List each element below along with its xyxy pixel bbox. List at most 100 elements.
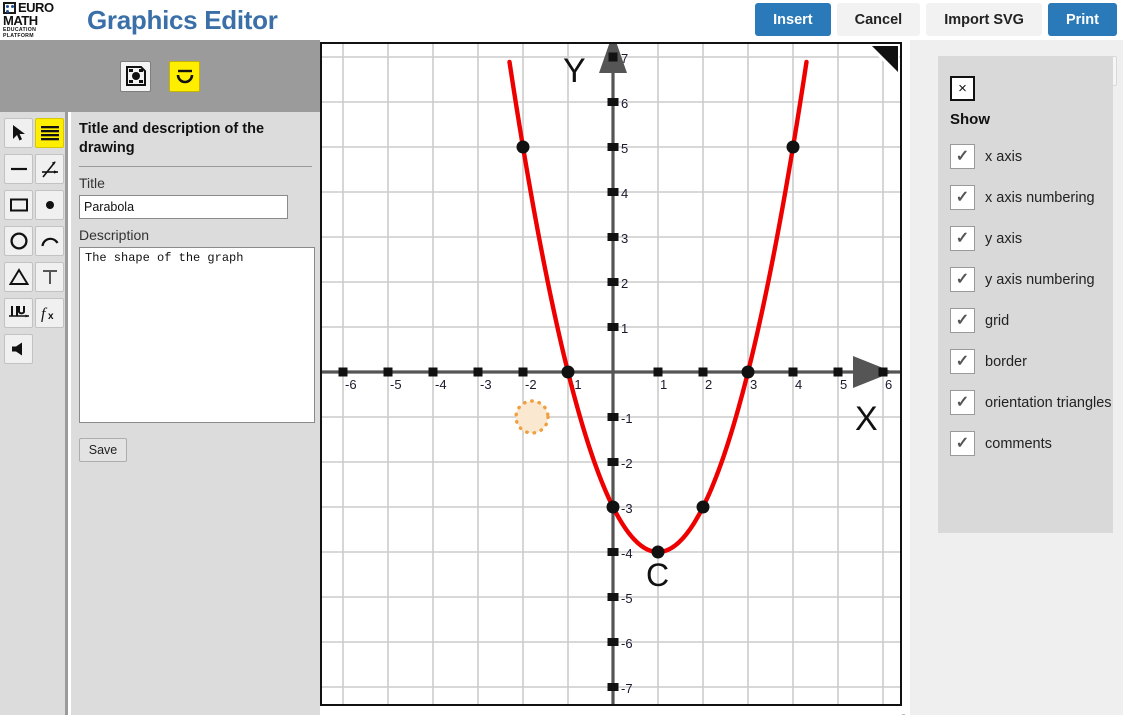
option-grid[interactable]: ✓ grid xyxy=(950,308,1113,333)
option-label: x axis xyxy=(985,148,1023,165)
title-input[interactable] xyxy=(79,195,288,220)
save-button[interactable]: Save xyxy=(79,438,127,463)
checkbox-x-axis-numbering[interactable]: ✓ xyxy=(950,185,975,210)
graph-canvas-area[interactable]: -6 -5 -4 -3 -2 -1 1 2 3 4 5 6 -7 -6 -5 -4 -3 -2 -1 1 2 3 4 5 6 7 Y… xyxy=(320,33,910,715)
svg-text:2: 2 xyxy=(705,377,712,392)
checkbox-orientation-triangles[interactable]: ✓ xyxy=(950,390,975,415)
svg-text:1: 1 xyxy=(660,377,667,392)
import-svg-button[interactable]: Import SVG xyxy=(926,3,1042,36)
title-label: Title xyxy=(79,175,105,192)
graph-canvas-border: -6 -5 -4 -3 -2 -1 1 2 3 4 5 6 -7 -6 -5 -4 -3 -2 -1 1 2 3 4 5 6 7 Y… xyxy=(320,33,902,706)
plot-point xyxy=(786,140,800,154)
svg-text:-6: -6 xyxy=(345,377,357,392)
option-label: y axis numbering xyxy=(985,271,1095,288)
point-label: C xyxy=(646,557,669,593)
axes-icon[interactable] xyxy=(35,154,64,184)
svg-text:4: 4 xyxy=(795,377,802,392)
svg-text:-3: -3 xyxy=(480,377,492,392)
panel-heading: Title and description of the drawing xyxy=(79,121,265,156)
option-y-axis-numbering[interactable]: ✓ y axis numbering xyxy=(950,267,1113,292)
image-placeholder-icon[interactable] xyxy=(120,60,151,92)
triangle-icon[interactable] xyxy=(4,262,33,292)
svg-text:2: 2 xyxy=(621,276,628,291)
check-icon: ✓ xyxy=(955,434,970,452)
checkbox-grid[interactable]: ✓ xyxy=(950,308,975,333)
svg-text:-5: -5 xyxy=(390,377,402,392)
page-title: Graphics Editor xyxy=(87,4,278,35)
option-x-axis-numbering[interactable]: ✓ x axis numbering xyxy=(950,185,1113,210)
check-icon: ✓ xyxy=(955,229,970,247)
graphics-editor-app: EURO MATH EDUCATION PLATFORM Graphics Ed… xyxy=(0,0,1123,715)
option-label: comments xyxy=(985,435,1052,452)
svg-text:7: 7 xyxy=(621,51,628,66)
close-icon[interactable]: × xyxy=(950,76,975,101)
sound-icon[interactable] xyxy=(4,334,33,364)
option-label: x axis numbering xyxy=(985,189,1095,206)
circle-icon[interactable] xyxy=(4,226,33,256)
check-icon: ✓ xyxy=(955,393,970,411)
svg-text:X: X xyxy=(855,400,878,438)
option-x-axis[interactable]: ✓ x axis xyxy=(950,144,1113,169)
option-comments[interactable]: ✓ comments xyxy=(950,431,1113,456)
object-toolbar xyxy=(0,40,320,112)
check-icon: ✓ xyxy=(955,188,970,206)
svg-text:3: 3 xyxy=(750,377,757,392)
logo-line-2: MATH xyxy=(3,13,38,29)
option-border[interactable]: ✓ border xyxy=(950,349,1113,374)
check-icon: ✓ xyxy=(955,352,970,370)
pointer-icon[interactable] xyxy=(4,118,33,148)
show-options-box: × Show ✓ x axis ✓ x axis numbering ✓ y a… xyxy=(938,56,1113,533)
show-section-title: Show xyxy=(950,111,990,128)
checkbox-y-axis[interactable]: ✓ xyxy=(950,226,975,251)
svg-text:6: 6 xyxy=(885,377,892,392)
option-orientation-triangles[interactable]: ✓ orientation triangles xyxy=(950,390,1113,415)
svg-text:-5: -5 xyxy=(621,591,633,606)
arc-icon[interactable] xyxy=(35,226,64,256)
number-line-icon[interactable] xyxy=(4,298,33,328)
print-button[interactable]: Print xyxy=(1047,3,1117,36)
option-y-axis[interactable]: ✓ y axis xyxy=(950,226,1113,251)
description-textarea[interactable]: The shape of the graph xyxy=(79,247,315,424)
description-label: Description xyxy=(79,227,150,244)
svg-text:-3: -3 xyxy=(621,501,633,516)
svg-text:Y: Y xyxy=(563,52,586,90)
plot-point xyxy=(606,500,620,514)
svg-text:5: 5 xyxy=(621,141,628,156)
svg-text:-1: -1 xyxy=(621,411,633,426)
svg-text:3: 3 xyxy=(621,231,628,246)
svg-text:-4: -4 xyxy=(435,377,447,392)
smiley-icon[interactable] xyxy=(169,60,200,92)
svg-text:1: 1 xyxy=(621,321,628,336)
display-options-panel: × Show ✓ x axis ✓ x axis numbering ✓ y a… xyxy=(910,40,1123,715)
checkbox-comments[interactable]: ✓ xyxy=(950,431,975,456)
cancel-button[interactable]: Cancel xyxy=(836,3,921,36)
function-icon[interactable]: f x xyxy=(35,298,64,328)
check-icon: ✓ xyxy=(955,270,970,288)
svg-text:-7: -7 xyxy=(621,681,633,696)
graph-plot[interactable]: -6 -5 -4 -3 -2 -1 1 2 3 4 5 6-7-6-5-4-3-2-11234567Y… xyxy=(322,33,900,704)
orientation-triangles xyxy=(599,33,893,388)
title-description-panel: Title and description of the drawing Tit… xyxy=(71,112,379,715)
selection-marker[interactable] xyxy=(514,399,550,435)
checkbox-x-axis[interactable]: ✓ xyxy=(950,144,975,169)
option-label: grid xyxy=(985,312,1010,329)
header-actions: Insert Cancel Import SVG Print xyxy=(755,3,1117,36)
svg-text:6: 6 xyxy=(621,96,628,111)
plot-point xyxy=(561,365,575,379)
svg-text:f: f xyxy=(41,306,48,323)
text-icon[interactable] xyxy=(35,262,64,292)
option-label: orientation triangles xyxy=(985,394,1112,411)
line-segment-icon[interactable] xyxy=(4,154,33,184)
app-header: EURO MATH EDUCATION PLATFORM Graphics Ed… xyxy=(0,0,1123,40)
rectangle-icon[interactable] xyxy=(4,190,33,220)
option-label: border xyxy=(985,353,1027,370)
insert-button[interactable]: Insert xyxy=(755,3,831,36)
checkbox-y-axis-numbering[interactable]: ✓ xyxy=(950,267,975,292)
logo-dots-icon xyxy=(3,1,16,14)
svg-text:-2: -2 xyxy=(525,377,537,392)
plot-point xyxy=(516,140,530,154)
plot-point xyxy=(696,500,710,514)
checkbox-border[interactable]: ✓ xyxy=(950,349,975,374)
point-icon[interactable] xyxy=(35,190,64,220)
lines-list-icon[interactable] xyxy=(35,118,64,148)
